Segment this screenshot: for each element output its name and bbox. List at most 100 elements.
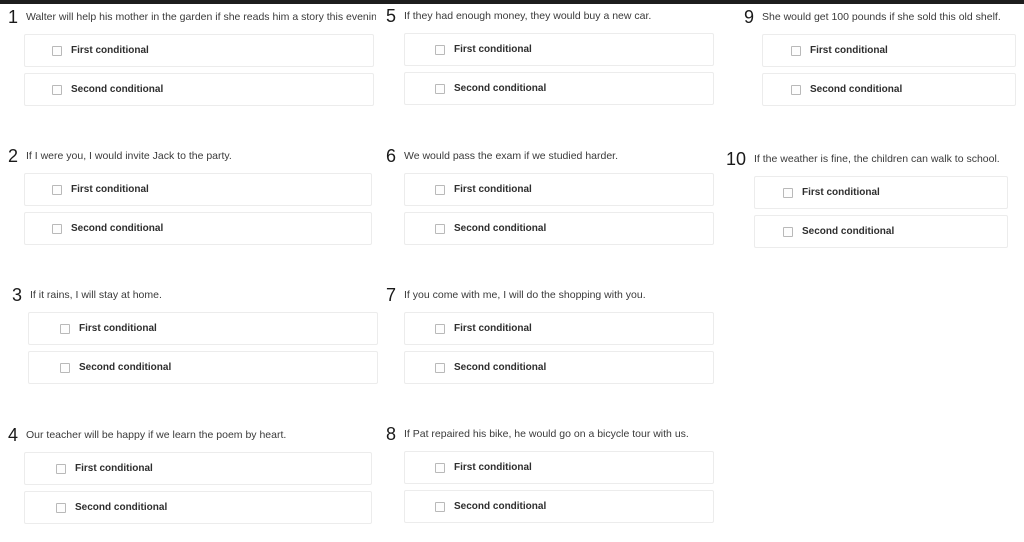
option-first-conditional[interactable]: First conditional [24, 452, 372, 485]
question-options: First conditional Second conditional [762, 34, 1016, 106]
option-second-conditional[interactable]: Second conditional [24, 73, 374, 106]
option-first-conditional[interactable]: First conditional [24, 34, 374, 67]
question-header: 5 If they had enough money, they would b… [382, 7, 714, 25]
option-label: First conditional [75, 462, 153, 474]
option-label: First conditional [79, 322, 157, 334]
question-item-6: 6 We would pass the exam if we studied h… [382, 147, 714, 251]
option-second-conditional[interactable]: Second conditional [404, 351, 714, 384]
option-first-conditional[interactable]: First conditional [404, 33, 714, 66]
question-sentence: She would get 100 pounds if she sold thi… [762, 11, 1001, 23]
question-number: 3 [11, 285, 22, 305]
empty-checkbox-icon[interactable] [60, 362, 70, 373]
option-first-conditional[interactable]: First conditional [24, 173, 372, 206]
option-second-conditional[interactable]: Second conditional [404, 490, 714, 523]
empty-checkbox-icon[interactable] [435, 323, 445, 334]
question-header: 3 If it rains, I will stay at home. [4, 286, 380, 304]
option-label: First conditional [810, 44, 888, 56]
question-options: First conditional Second conditional [28, 312, 378, 384]
option-label: First conditional [454, 183, 532, 195]
question-options: First conditional Second conditional [24, 173, 372, 245]
empty-checkbox-icon[interactable] [435, 83, 445, 94]
empty-checkbox-icon[interactable] [60, 323, 70, 334]
option-label: First conditional [454, 43, 532, 55]
question-number: 4 [7, 425, 18, 445]
question-sentence: If it rains, I will stay at home. [30, 289, 162, 301]
empty-checkbox-icon[interactable] [435, 462, 445, 473]
question-header: 9 She would get 100 pounds if she sold t… [730, 8, 1020, 26]
option-first-conditional[interactable]: First conditional [754, 176, 1008, 209]
option-label: Second conditional [75, 501, 168, 513]
question-options: First conditional Second conditional [754, 176, 1008, 248]
option-label: First conditional [454, 322, 532, 334]
option-first-conditional[interactable]: First conditional [404, 312, 714, 345]
empty-checkbox-icon[interactable] [783, 226, 793, 237]
option-first-conditional[interactable]: First conditional [404, 451, 714, 484]
question-header: 8 If Pat repaired his bike, he would go … [382, 425, 714, 443]
empty-checkbox-icon[interactable] [435, 223, 445, 234]
question-number: 7 [385, 285, 396, 305]
question-header: 7 If you come with me, I will do the sho… [382, 286, 714, 304]
question-options: First conditional Second conditional [404, 173, 714, 245]
option-label: Second conditional [454, 500, 547, 512]
empty-checkbox-icon[interactable] [56, 502, 66, 513]
question-item-3: 3 If it rains, I will stay at home. Firs… [4, 286, 380, 390]
empty-checkbox-icon[interactable] [52, 184, 62, 195]
empty-checkbox-icon[interactable] [783, 187, 793, 198]
empty-checkbox-icon[interactable] [791, 45, 801, 56]
option-label: Second conditional [71, 83, 164, 95]
option-label: Second conditional [454, 361, 547, 373]
empty-checkbox-icon[interactable] [435, 362, 445, 373]
option-first-conditional[interactable]: First conditional [762, 34, 1016, 67]
option-second-conditional[interactable]: Second conditional [28, 351, 378, 384]
option-second-conditional[interactable]: Second conditional [404, 212, 714, 245]
question-header: 2 If I were you, I would invite Jack to … [0, 147, 376, 165]
empty-checkbox-icon[interactable] [52, 84, 62, 95]
option-label: Second conditional [79, 361, 172, 373]
question-number: 1 [7, 7, 18, 27]
empty-checkbox-icon[interactable] [435, 501, 445, 512]
option-label: First conditional [71, 183, 149, 195]
question-header: 1 Walter will help his mother in the gar… [0, 8, 376, 26]
empty-checkbox-icon[interactable] [791, 84, 801, 95]
option-second-conditional[interactable]: Second conditional [754, 215, 1008, 248]
empty-checkbox-icon[interactable] [435, 184, 445, 195]
option-second-conditional[interactable]: Second conditional [404, 72, 714, 105]
question-item-10: 10 If the weather is fine, the children … [722, 150, 1020, 254]
question-number: 9 [743, 7, 754, 27]
question-sentence: If I were you, I would invite Jack to th… [26, 150, 232, 162]
question-sentence: We would pass the exam if we studied har… [404, 150, 619, 162]
option-second-conditional[interactable]: Second conditional [24, 491, 372, 524]
question-item-5: 5 If they had enough money, they would b… [382, 7, 714, 111]
option-label: Second conditional [454, 222, 547, 234]
option-second-conditional[interactable]: Second conditional [762, 73, 1016, 106]
question-number: 2 [7, 146, 18, 166]
question-item-1: 1 Walter will help his mother in the gar… [0, 8, 376, 112]
option-label: Second conditional [454, 82, 547, 94]
option-label: Second conditional [71, 222, 164, 234]
question-number: 10 [725, 149, 746, 169]
worksheet-sheet: 1 Walter will help his mother in the gar… [0, 4, 1024, 542]
question-item-7: 7 If you come with me, I will do the sho… [382, 286, 714, 390]
question-options: First conditional Second conditional [24, 34, 374, 106]
option-label: Second conditional [802, 225, 895, 237]
question-options: First conditional Second conditional [404, 451, 714, 523]
question-sentence: If they had enough money, they would buy… [404, 10, 652, 22]
empty-checkbox-icon[interactable] [56, 463, 66, 474]
question-sentence: If you come with me, I will do the shopp… [404, 289, 646, 301]
question-header: 10 If the weather is fine, the children … [722, 150, 1020, 168]
question-header: 6 We would pass the exam if we studied h… [382, 147, 714, 165]
question-sentence: Our teacher will be happy if we learn th… [26, 429, 287, 441]
empty-checkbox-icon[interactable] [52, 45, 62, 56]
option-label: Second conditional [810, 83, 903, 95]
question-number: 6 [385, 146, 396, 166]
option-second-conditional[interactable]: Second conditional [24, 212, 372, 245]
option-first-conditional[interactable]: First conditional [28, 312, 378, 345]
empty-checkbox-icon[interactable] [435, 44, 445, 55]
option-label: First conditional [802, 186, 880, 198]
empty-checkbox-icon[interactable] [52, 223, 62, 234]
question-sentence: If Pat repaired his bike, he would go on… [404, 428, 689, 440]
option-first-conditional[interactable]: First conditional [404, 173, 714, 206]
question-options: First conditional Second conditional [404, 33, 714, 105]
question-item-9: 9 She would get 100 pounds if she sold t… [730, 8, 1020, 112]
question-options: First conditional Second conditional [404, 312, 714, 384]
